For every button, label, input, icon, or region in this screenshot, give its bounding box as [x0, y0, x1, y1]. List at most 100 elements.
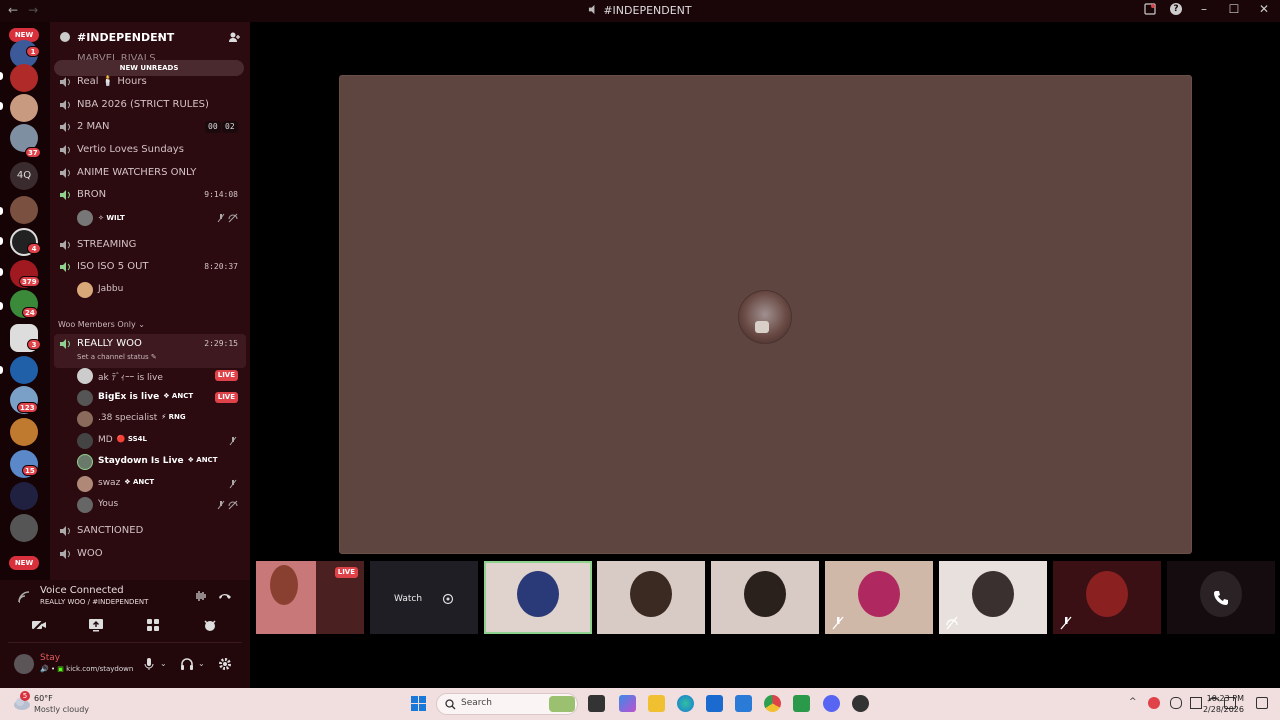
activities-icon[interactable]: [145, 617, 161, 633]
category-header[interactable]: Woo Members Only ⌄: [58, 320, 145, 329]
chevron-up-icon[interactable]: ^: [1129, 697, 1137, 707]
voice-user[interactable]: MD 🔴 SS4L: [50, 431, 250, 451]
copilot-icon[interactable]: [619, 695, 636, 712]
unread-pip: [0, 302, 3, 310]
file-explorer-icon[interactable]: [648, 695, 665, 712]
edge-icon[interactable]: [677, 695, 694, 712]
temperature: 60°F: [34, 694, 53, 703]
participant-tile[interactable]: [484, 561, 592, 634]
participant-tile[interactable]: [1053, 561, 1161, 634]
voice-channel-vertio[interactable]: Vertio Loves Sundays: [50, 140, 250, 160]
chevron-down-icon[interactable]: ⌄: [160, 659, 174, 673]
muted-mic-icon: [229, 436, 237, 446]
voice-channel-nba[interactable]: NBA 2026 (STRICT RULES): [50, 95, 250, 115]
server-icon[interactable]: [10, 64, 38, 92]
display-icon[interactable]: [1190, 697, 1202, 709]
voice-user[interactable]: ✧ WILT: [50, 208, 250, 228]
voice-channel-streaming[interactable]: STREAMING: [50, 235, 250, 255]
voice-user[interactable]: Staydown Is Live ❖ ANCT: [50, 452, 250, 472]
title-bar: ← → #INDEPENDENT ? – ☐ ✕: [0, 0, 1280, 22]
voice-channel-really-woo[interactable]: REALLY WOO 2:29:15 Set a channel status …: [54, 334, 246, 368]
disconnect-icon[interactable]: [218, 591, 232, 601]
unread-pip: [0, 207, 3, 215]
channel-name: BRON: [77, 189, 107, 200]
popout-icon[interactable]: [442, 593, 454, 605]
help-icon[interactable]: ?: [1170, 3, 1182, 15]
speaker-icon: [60, 77, 70, 87]
voice-channel-2-man[interactable]: 2 MAN 00 02: [50, 117, 250, 137]
voice-location[interactable]: REALLY WOO / #INDEPENDENT: [40, 598, 148, 606]
noise-suppression-icon[interactable]: [194, 591, 208, 601]
soundboard-icon[interactable]: [202, 617, 218, 633]
connection-signal-icon[interactable]: [17, 590, 31, 604]
voice-user[interactable]: BigEx is live ❖ ANCT LIVE: [50, 388, 250, 408]
server-icon[interactable]: [10, 196, 38, 224]
channel-name: ISO ISO 5 OUT: [77, 261, 149, 272]
channel-name: REALLY WOO: [77, 338, 142, 349]
voice-channel-bron[interactable]: BRON 9:14:08: [50, 185, 250, 205]
maximize-button[interactable]: ☐: [1226, 2, 1242, 16]
microphone-icon[interactable]: [142, 657, 156, 671]
voice-channel-sanctioned[interactable]: SANCTIONED: [50, 521, 250, 541]
close-button[interactable]: ✕: [1256, 2, 1272, 16]
server-icon[interactable]: [10, 482, 38, 510]
new-unreads-pill[interactable]: NEW: [9, 556, 39, 570]
voice-channel-iso[interactable]: ISO ISO 5 OUT 8:20:37: [50, 257, 250, 277]
microphone-tray-icon[interactable]: [1170, 697, 1182, 709]
stream-tile[interactable]: LIVE: [256, 561, 364, 634]
headphones-icon[interactable]: [180, 657, 194, 671]
task-view-icon[interactable]: [588, 695, 605, 712]
voice-user[interactable]: Jabbu: [50, 280, 250, 300]
channel-status[interactable]: Set a channel status ✎: [77, 353, 157, 361]
voice-user[interactable]: swaz ❖ ANCT: [50, 474, 250, 494]
watch-label: Watch: [394, 594, 423, 604]
chevron-down-icon[interactable]: ⌄: [198, 659, 212, 673]
voice-user[interactable]: .38 specialist ⚡ RNG: [50, 409, 250, 429]
guild-header[interactable]: #INDEPENDENT ⌄: [50, 22, 250, 54]
minimize-button[interactable]: –: [1196, 2, 1212, 16]
taskbar-search-input[interactable]: Search: [436, 693, 578, 715]
watch-stream-tile[interactable]: Watch: [370, 561, 478, 634]
screen-share-icon[interactable]: [88, 617, 104, 633]
voice-user[interactable]: Yous: [50, 495, 250, 515]
tray-app-icon[interactable]: [1148, 697, 1160, 709]
server-icon[interactable]: [10, 356, 38, 384]
notification-icon[interactable]: [1256, 697, 1268, 709]
participant-tile[interactable]: [825, 561, 933, 634]
participant-tile[interactable]: [597, 561, 705, 634]
invite-people-icon[interactable]: [228, 31, 241, 44]
clock[interactable]: 10:23 PM 2/28/2026: [1203, 693, 1244, 715]
user-name[interactable]: Stay: [40, 653, 60, 663]
inbox-icon[interactable]: [1144, 3, 1156, 15]
app-icon[interactable]: [852, 695, 869, 712]
chrome-icon[interactable]: [764, 695, 781, 712]
server-icon[interactable]: [10, 94, 38, 122]
participant-tile[interactable]: [939, 561, 1047, 634]
server-text-icon[interactable]: 4Q: [10, 162, 38, 190]
outlook-icon[interactable]: [735, 695, 752, 712]
server-icon[interactable]: [10, 514, 38, 542]
avatar: [77, 411, 93, 427]
live-badge: LIVE: [214, 392, 238, 403]
muted-mic-icon: [1060, 616, 1072, 630]
store-icon[interactable]: [706, 695, 723, 712]
discord-icon[interactable]: [823, 695, 840, 712]
participant-tile[interactable]: [1167, 561, 1275, 634]
user-tag: ⚡ RNG: [161, 413, 186, 421]
user-tag: ❖ ANCT: [163, 392, 194, 400]
voice-user[interactable]: ak ﾃﾞｨｰｰ is live LIVE: [50, 366, 250, 386]
camera-off-icon[interactable]: [31, 617, 47, 633]
voice-channel-woo[interactable]: WOO: [50, 544, 250, 564]
voice-channel-anime[interactable]: ANIME WATCHERS ONLY: [50, 163, 250, 183]
settings-gear-icon[interactable]: [218, 657, 232, 671]
server-icon[interactable]: [10, 418, 38, 446]
avatar[interactable]: [14, 654, 34, 674]
app-icon[interactable]: [793, 695, 810, 712]
avatar: [77, 390, 93, 406]
mention-badge: 37: [25, 147, 41, 158]
participant-tile[interactable]: [711, 561, 819, 634]
speaker-icon: [60, 100, 70, 110]
speaker-icon: [60, 168, 70, 178]
windows-start-icon[interactable]: [410, 695, 427, 712]
voice-channel-real-hours[interactable]: Real 🕯️ Hours: [50, 72, 250, 92]
